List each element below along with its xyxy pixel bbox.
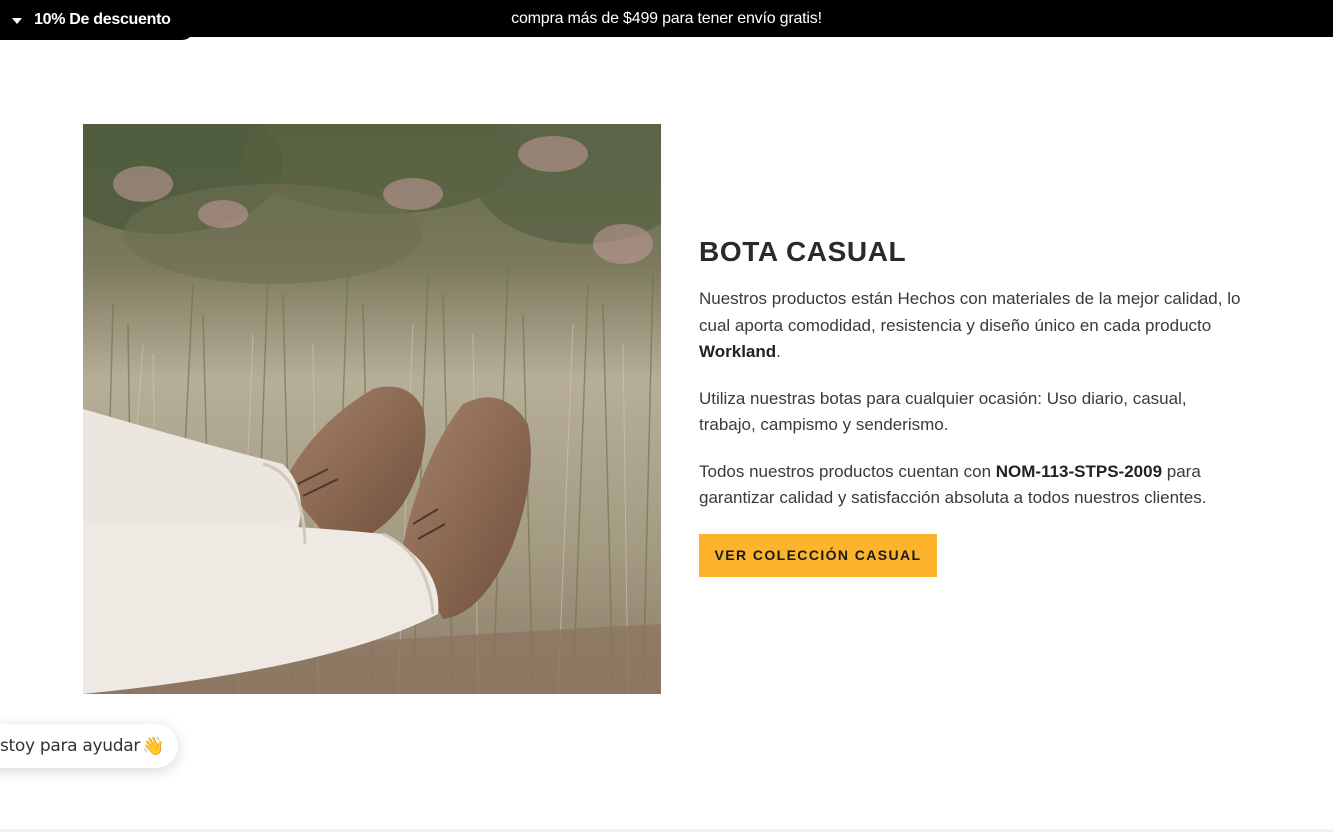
boots-in-grass-photo bbox=[83, 124, 661, 694]
chat-help-bubble[interactable]: stoy para ayudar 👋 bbox=[0, 724, 178, 768]
chat-help-text: stoy para ayudar bbox=[0, 736, 141, 756]
feature-paragraph-2: Utiliza nuestras botas para cualquier oc… bbox=[699, 388, 1187, 435]
caret-down-icon bbox=[12, 17, 22, 24]
discount-label: 10% De descuento bbox=[34, 11, 171, 28]
free-shipping-message: compra más de $499 para tener envío grat… bbox=[511, 9, 822, 27]
discount-toggle[interactable]: 10% De descuento bbox=[0, 0, 194, 40]
feature-image bbox=[83, 124, 661, 694]
feature-heading: BOTA CASUAL bbox=[699, 236, 907, 267]
feature-text: BOTA CASUAL Nuestros productos están Hec… bbox=[699, 232, 1244, 577]
waving-hand-icon: 👋 bbox=[142, 735, 165, 756]
norm-code: NOM-113-STPS-2009 bbox=[995, 461, 1163, 481]
feature-paragraph-1: Nuestros productos están Hechos con mate… bbox=[699, 289, 1241, 361]
announcement-bar: compra más de $499 para tener envío grat… bbox=[0, 0, 1333, 37]
view-casual-collection-button[interactable]: VER COLECCIÓN CASUAL bbox=[699, 533, 937, 577]
feature-paragraph-3: Todos nuestros productos cuentan con NOM… bbox=[699, 461, 1207, 508]
brand-name: Workland bbox=[699, 342, 777, 361]
